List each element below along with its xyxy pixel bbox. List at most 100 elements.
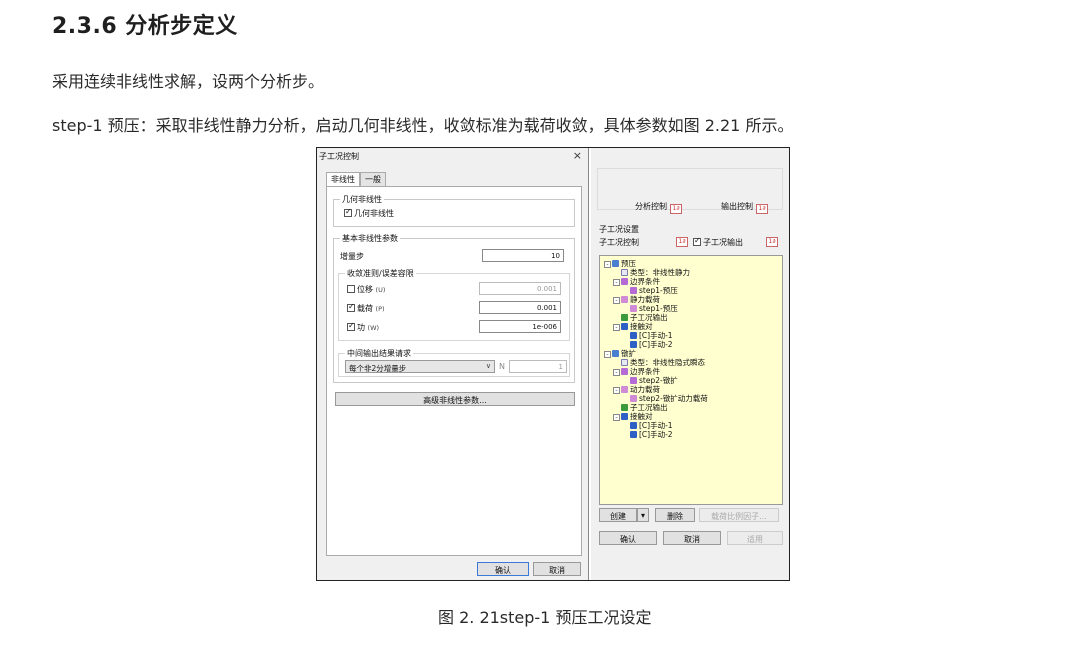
tab-general[interactable]: 一般: [360, 172, 386, 186]
tree-node-label: 边界条件: [630, 367, 660, 376]
panel-apply-button[interactable]: 适用: [727, 531, 783, 545]
displacement-checkbox[interactable]: 位移 (U): [347, 284, 385, 295]
type-document-icon: [621, 359, 628, 366]
ok-button[interactable]: 确认: [477, 562, 529, 576]
create-dropdown[interactable]: ▾: [637, 508, 649, 522]
tree-node[interactable]: - 静力载荷: [600, 295, 782, 304]
tree-node[interactable]: 类型：非线性隐式瞬态: [600, 358, 782, 367]
tree-node[interactable]: [C]手动-1: [600, 421, 782, 430]
output-icon: [621, 314, 628, 321]
subcase-output-checkbox[interactable]: 子工况输出: [693, 236, 743, 248]
contact-pair-icon: [630, 431, 637, 438]
settings-icon: 1∂: [670, 204, 682, 214]
collapse-toggle-icon[interactable]: -: [613, 369, 620, 376]
subcase-output-button[interactable]: 1∂: [766, 237, 778, 247]
tab-nonlinear[interactable]: 非线性: [326, 172, 360, 186]
tree-node[interactable]: step1-预压: [600, 304, 782, 313]
tree-node-label: 接触对: [630, 412, 653, 421]
tree-node[interactable]: - 接触对: [600, 412, 782, 421]
tree-node[interactable]: [C]手动-1: [600, 331, 782, 340]
n-input[interactable]: 1: [509, 360, 567, 373]
increment-input[interactable]: 10: [482, 249, 564, 262]
checkbox-label: 几何非线性: [354, 209, 394, 218]
tree-node-label: step1-预压: [639, 304, 678, 313]
group-title: 中间输出结果请求: [345, 348, 413, 359]
boundary-condition-icon: [621, 278, 628, 285]
subcase-output-label: 子工况输出: [703, 238, 743, 247]
tree-node-label: [C]手动-2: [639, 430, 673, 439]
step1-paragraph: step-1 预压：采取非线性静力分析，启动几何非线性，收敛标准为载荷收敛，具体…: [52, 116, 794, 135]
tree-node-label: 边界条件: [630, 277, 660, 286]
panel-ok-button[interactable]: 确认: [599, 531, 657, 545]
close-icon[interactable]: ×: [573, 149, 582, 162]
checkbox-checked-icon: [347, 302, 355, 312]
collapse-toggle-icon[interactable]: -: [613, 297, 620, 304]
tree-node[interactable]: [C]手动-2: [600, 430, 782, 439]
create-label: 创建: [610, 512, 626, 521]
collapse-toggle-icon[interactable]: -: [613, 387, 620, 394]
collapse-toggle-icon[interactable]: -: [613, 414, 620, 421]
tree-node[interactable]: - 动力载荷: [600, 385, 782, 394]
tree-node-label: [C]手动-1: [639, 331, 673, 340]
subcase-control-button[interactable]: 1∂: [676, 237, 688, 247]
collapse-toggle-icon[interactable]: -: [604, 351, 611, 358]
settings-icon: 1∂: [756, 204, 768, 214]
tree-node[interactable]: 子工况输出: [600, 313, 782, 322]
tree-node[interactable]: step1-预压: [600, 286, 782, 295]
load-factor-button[interactable]: 载荷比例因子...: [699, 508, 779, 522]
n-label: N: [499, 362, 505, 371]
create-button[interactable]: 创建: [599, 508, 637, 522]
tree-node[interactable]: [C]手动-2: [600, 340, 782, 349]
group-title: 基本非线性参数: [340, 233, 400, 244]
geometric-nonlinear-checkbox[interactable]: 几何非线性: [344, 207, 394, 219]
tree-node[interactable]: 子工况输出: [600, 403, 782, 412]
displacement-tolerance-input[interactable]: 0.001: [479, 282, 561, 295]
tree-node[interactable]: - 边界条件: [600, 277, 782, 286]
panel-cancel-button[interactable]: 取消: [663, 531, 721, 545]
tree-node[interactable]: step2-镦扩: [600, 376, 782, 385]
analysis-control-button[interactable]: 分析控制 1∂: [635, 201, 682, 214]
delete-button[interactable]: 删除: [655, 508, 695, 522]
advanced-nonlinear-button[interactable]: 高级非线性参数...: [335, 392, 575, 406]
output-frequency-select[interactable]: 每个非2分增量步 ∨: [345, 360, 495, 373]
subcase-tree[interactable]: - 预压 类型：非线性静力 - 边界条件 step1-预压 - 静力载荷 step1-预压 子工况…: [599, 255, 783, 505]
tree-node[interactable]: - 镦扩: [600, 349, 782, 358]
subcase-settings-panel: 分析控制1∂ 输出控制1∂ 子工况设置 子工况控制 1∂ 子工况输出 1∂ -预…: [591, 148, 789, 580]
load-tolerance-input[interactable]: 0.001: [479, 301, 561, 314]
chevron-down-icon: ▾: [640, 511, 645, 520]
load-icon: [621, 296, 628, 303]
work-checkbox[interactable]: 功 (W): [347, 321, 379, 333]
tree-node[interactable]: - 预压: [600, 259, 782, 268]
tree-node-label: 镦扩: [621, 349, 636, 358]
tree-node-label: step2-镦扩: [639, 376, 678, 385]
tree-node[interactable]: - 接触对: [600, 322, 782, 331]
load-checkbox[interactable]: 载荷 (P): [347, 302, 385, 314]
subcase-folder-icon: [612, 350, 619, 357]
cancel-button[interactable]: 取消: [533, 562, 581, 576]
tree-node[interactable]: - 边界条件: [600, 367, 782, 376]
tree-node[interactable]: 类型：非线性静力: [600, 268, 782, 277]
increment-label: 增量步: [340, 252, 364, 261]
tree-node-label: 静力载荷: [630, 295, 660, 304]
collapse-toggle-icon[interactable]: -: [613, 324, 620, 331]
contact-pair-icon: [630, 422, 637, 429]
tree-node-label: 类型：非线性静力: [630, 268, 690, 277]
contact-pair-icon: [630, 332, 637, 339]
work-tolerance-input[interactable]: 1e-006: [479, 320, 561, 333]
collapse-toggle-icon[interactable]: -: [613, 279, 620, 286]
subcase-settings-title: 子工况设置: [599, 225, 639, 234]
dialog-title: 子工况控制: [319, 152, 359, 161]
output-control-button[interactable]: 输出控制 1∂: [721, 201, 768, 214]
collapse-toggle-icon[interactable]: -: [604, 261, 611, 268]
nonlinear-tab-panel: 几何非线性 几何非线性 基本非线性参数 增量步 10 收敛准则/误差容限 位移 …: [326, 186, 582, 556]
subcase-control-label: 子工况控制: [599, 238, 639, 247]
checkbox-checked-icon: [347, 321, 355, 331]
conv-label: 功: [357, 323, 365, 332]
figure-caption: 图 2. 21step-1 预压工况设定: [438, 608, 652, 627]
tree-node[interactable]: step2-镦扩动力载荷: [600, 394, 782, 403]
intro-paragraph: 采用连续非线性求解，设两个分析步。: [52, 72, 325, 91]
boundary-condition-icon: [621, 368, 628, 375]
select-value: 每个非2分增量步: [349, 364, 407, 373]
checkbox-unchecked-icon: [347, 285, 355, 293]
group-title: 几何非线性: [340, 194, 384, 205]
